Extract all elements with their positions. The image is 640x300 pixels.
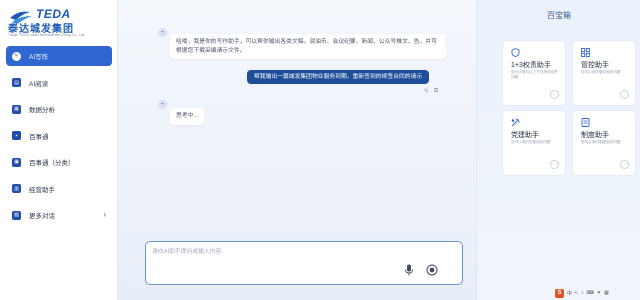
sidebar: TEDA 泰达城发集团 Tianjin TEDA Urban Developme… <box>0 0 118 300</box>
system-tray: S 中 •, ♪ ⌨ ✦ ▦ <box>555 288 609 298</box>
card-title: 1+3权责助手 <box>511 62 551 69</box>
chevron-right-icon: › <box>103 210 106 219</box>
category-icon: ▣ <box>12 157 21 167</box>
tools-icon[interactable]: ▦ <box>604 290 609 296</box>
assistant-thinking-message: 思考中... <box>170 108 205 125</box>
sidebar-item-label: 百事通（分类） <box>29 160 75 167</box>
sidebar-item-more-chats[interactable]: ▧ 更多对话 › <box>6 205 112 225</box>
keyboard-icon[interactable]: ⌨ <box>587 290 594 296</box>
microphone-icon[interactable] <box>404 264 414 276</box>
party-icon <box>511 118 520 127</box>
arrow-right-icon: → <box>620 90 629 99</box>
shield-icon <box>511 48 520 57</box>
card-party-assistant[interactable]: 党建助手 您可以询问党建相关问题 → <box>502 110 566 176</box>
sidebar-item-label: AI写作 <box>29 54 49 61</box>
assistant-avatar: ⌁ <box>158 100 167 109</box>
sidebar-item-label: 百事通 <box>29 133 49 141</box>
copy-icon[interactable]: ⧉ <box>434 88 438 95</box>
chat-input-box <box>145 241 463 285</box>
pen-icon: ✎ <box>12 51 21 61</box>
ime-logo-icon[interactable]: S <box>555 288 564 298</box>
punctuation-icon[interactable]: •, <box>575 290 578 296</box>
sidebar-item-business-assistant[interactable]: ▥ 经营助手 <box>6 179 112 199</box>
assistant-avatar: ⌁ <box>158 28 167 37</box>
sidebar-item-data-analysis[interactable]: ▦ 数据分析 <box>6 99 112 119</box>
edit-icon[interactable]: ✎ <box>424 88 429 95</box>
card-control-assistant[interactable]: 管控助手 您可以询问管控相关问题 → <box>572 40 636 106</box>
card-authority-assistant[interactable]: 1+3权责助手 您可以询问以上下月相关权责问题 → <box>502 40 566 106</box>
book-icon: ▤ <box>12 78 21 87</box>
toolbox-panel: 百宝箱 1+3权责助手 您可以询问以上下月相关权责问题 → 管控助手 您可以询问… <box>476 0 640 300</box>
app-window: TEDA 泰达城发集团 Tianjin TEDA Urban Developme… <box>0 0 640 300</box>
ime-language-indicator[interactable]: 中 <box>567 290 572 297</box>
card-description: 您可以询问以上下月相关权责问题 <box>511 70 558 79</box>
card-title: 制度助手 <box>581 132 609 139</box>
sidebar-item-label: 数据分析 <box>29 107 55 114</box>
sidebar-item-ai-reading[interactable]: ▤ AI阅读 <box>6 73 112 93</box>
sidebar-item-label: 经营助手 <box>29 186 55 194</box>
arrow-right-icon: → <box>550 160 559 169</box>
sidebar-item-baishitong[interactable]: ▪ 百事通 <box>6 126 112 146</box>
card-description: 您可以询问管控相关问题 <box>581 70 621 74</box>
sidebar-nav: ✎ AI写作 ▤ AI阅读 ▦ 数据分析 ▪ 百事通 ▣ 百事通（分类） ▥ 经… <box>6 46 112 232</box>
analysis-icon: ▦ <box>12 104 21 114</box>
brand-subtitle: Tianjin TEDA Urban Development Group Co.… <box>8 33 86 37</box>
send-icon[interactable] <box>426 264 438 276</box>
card-title: 党建助手 <box>511 132 539 139</box>
tray-microphone-icon[interactable]: ♪ <box>581 290 584 296</box>
card-regulation-assistant[interactable]: 制度助手 您可以询问制度相关问题 → <box>572 110 636 176</box>
card-description: 您可以询问党建相关问题 <box>511 140 551 144</box>
brand-name-en: TEDA <box>36 7 71 21</box>
panel-title: 百宝箱 <box>547 11 571 20</box>
assistant-message: 哈喽，我是你的写作助手，可以帮你输出各类文稿，润油币、会议纪要、新闻、公众号推文… <box>170 34 446 59</box>
arrow-right-icon: → <box>550 90 559 99</box>
chat-icon: ▪ <box>12 131 21 140</box>
card-title: 管控助手 <box>581 62 609 69</box>
grid-icon <box>581 48 590 57</box>
brand-logo: TEDA 泰达城发集团 Tianjin TEDA Urban Developme… <box>8 7 112 37</box>
document-icon <box>581 118 590 127</box>
arrow-right-icon: → <box>620 160 629 169</box>
sidebar-item-ai-writing[interactable]: ✎ AI写作 <box>6 46 112 66</box>
sidebar-item-baishitong-category[interactable]: ▣ 百事通（分类） <box>6 152 112 172</box>
more-icon: ▧ <box>12 210 21 220</box>
sidebar-item-label: AI阅读 <box>29 80 49 88</box>
chat-input[interactable] <box>152 247 392 257</box>
message-toolbar: ✎ ⧉ <box>424 88 438 95</box>
user-message: 帮我输出一篇城发集团物业服务到期，重新签到的续签合同的请示 <box>247 70 430 84</box>
chart-icon: ▥ <box>12 184 21 193</box>
skin-icon[interactable]: ✦ <box>597 290 601 296</box>
card-description: 您可以询问制度相关问题 <box>581 140 621 144</box>
sidebar-item-label: 更多对话 <box>29 213 55 220</box>
